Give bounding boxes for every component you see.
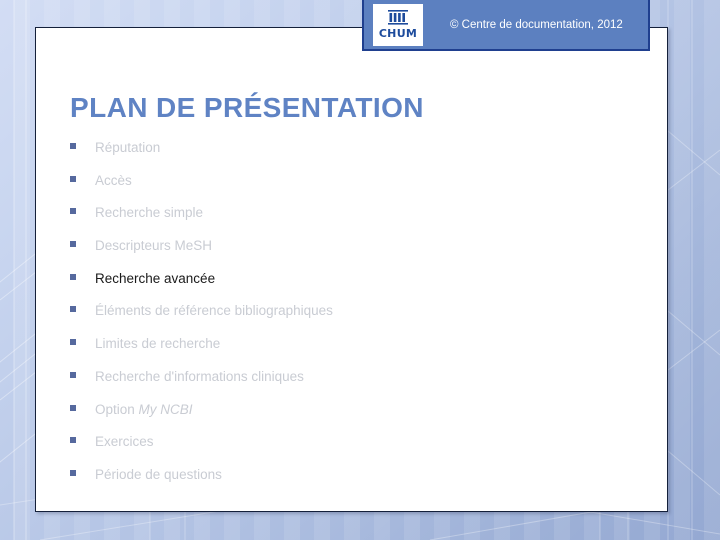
bullet-square-icon (70, 143, 76, 149)
list-item[interactable]: Réputation (70, 140, 630, 173)
list-item[interactable]: Descripteurs MeSH (70, 238, 630, 271)
list-item[interactable]: Exercices (70, 434, 630, 467)
bullet-square-icon (70, 371, 76, 378)
bullet-square-icon (70, 208, 76, 215)
list-item[interactable]: Période de questions (70, 467, 630, 500)
list-item[interactable]: Éléments de référence bibliographiques (70, 303, 630, 336)
chum-logo: CHUM (373, 3, 423, 46)
bullet-square-icon (70, 175, 76, 182)
list-item[interactable]: Limites de recherche (70, 336, 630, 369)
list-item-label: Éléments de référence bibliographiques (95, 303, 333, 319)
bullet-square-icon (70, 306, 76, 313)
list-item-label: Réputation (95, 140, 161, 155)
list-item-label: Recherche simple (95, 205, 204, 221)
list-item[interactable]: Recherche simple (70, 205, 630, 238)
list-item-label: Exercices (95, 434, 154, 450)
list-item-active[interactable]: Recherche avancée (70, 271, 630, 304)
list-item-label: Recherche avancée (95, 270, 216, 286)
bullet-square-icon (70, 273, 76, 280)
list-item-label-plain: Option (95, 401, 139, 417)
bullet-square-icon (70, 469, 76, 476)
list-item[interactable]: Option My NCBI (70, 402, 630, 435)
bullet-square-icon (70, 437, 76, 444)
list-item-label: Recherche d'informations cliniques (95, 368, 304, 384)
list-item[interactable]: Accès (70, 173, 630, 206)
list-item-label: Accès (95, 172, 132, 188)
list-item-label: Descripteurs MeSH (95, 238, 213, 254)
list-item-label: Option My NCBI (95, 402, 193, 417)
slide-content-panel: PLAN DE PRÉSENTATION Réputation Accès Re… (35, 27, 668, 512)
chum-building-icon (388, 10, 408, 25)
bullet-square-icon (70, 404, 76, 411)
bullet-square-icon (70, 241, 76, 248)
agenda-list: Réputation Accès Recherche simple Descri… (70, 140, 630, 500)
list-item-label: Période de questions (95, 466, 222, 482)
slide-canvas: PLAN DE PRÉSENTATION Réputation Accès Re… (0, 0, 720, 540)
chum-wordmark: CHUM (378, 27, 418, 40)
list-item-label-italic: My NCBI (138, 401, 193, 417)
header-logo-bar: CHUM © Centre de documentation, 2012 (362, 0, 650, 51)
page-title: PLAN DE PRÉSENTATION (70, 91, 424, 123)
list-item-label: Limites de recherche (95, 336, 221, 352)
list-item[interactable]: Recherche d'informations cliniques (70, 369, 630, 402)
copyright-text: © Centre de documentation, 2012 (450, 18, 623, 31)
bullet-square-icon (70, 339, 76, 346)
